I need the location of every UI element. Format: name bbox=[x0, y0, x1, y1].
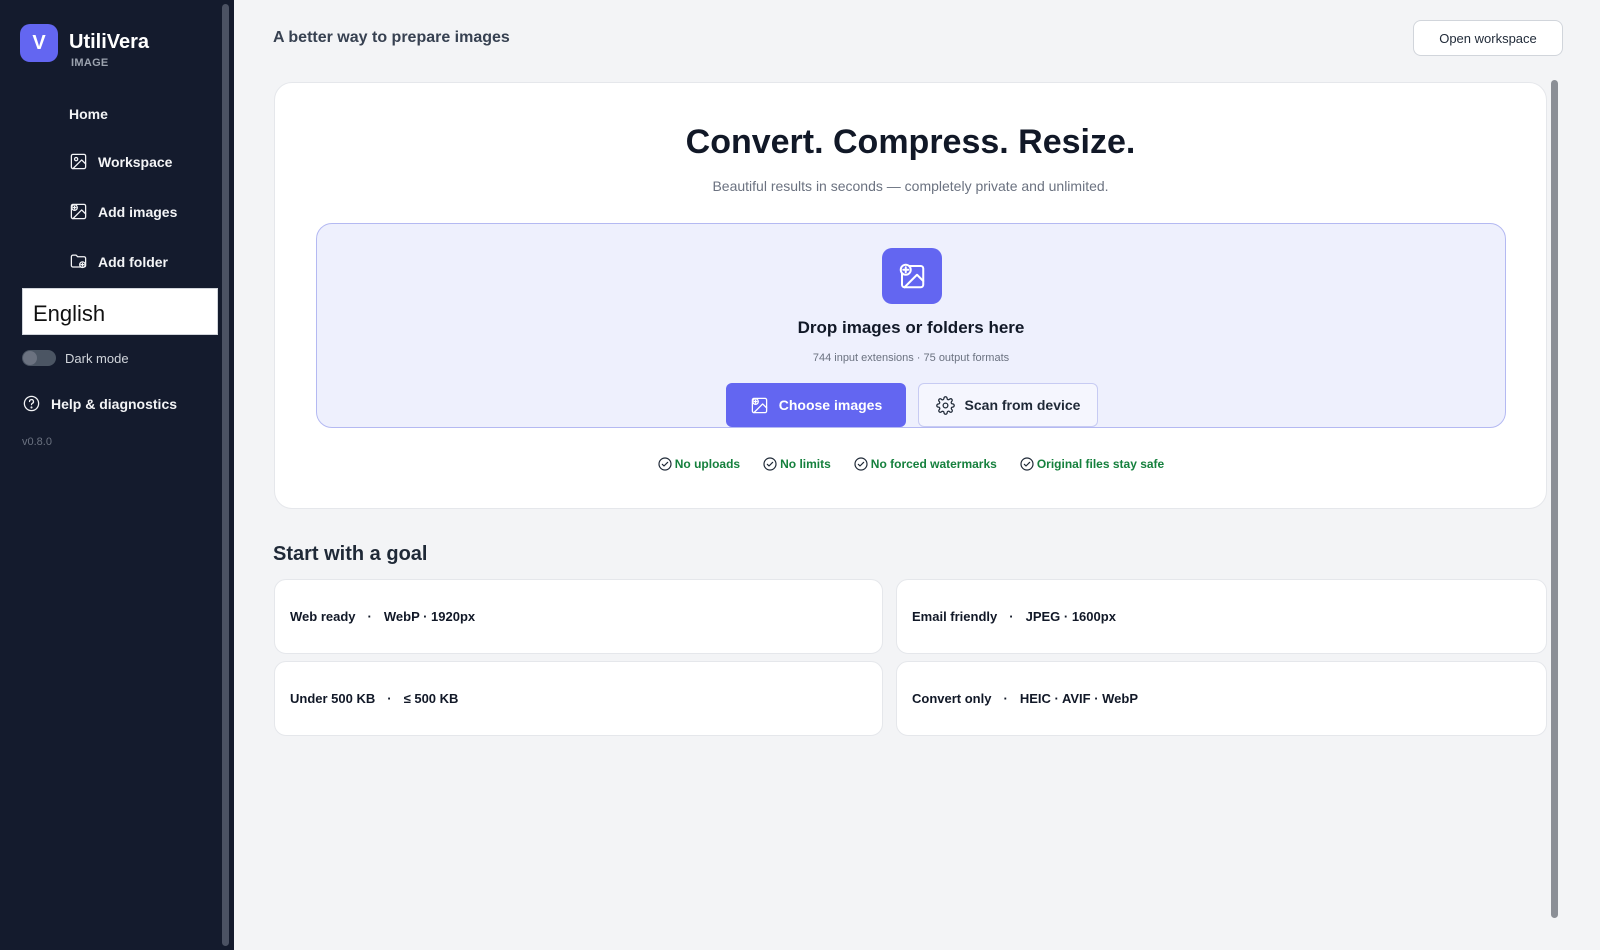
dark-mode-toggle[interactable] bbox=[22, 350, 56, 366]
check-circle-icon bbox=[1020, 457, 1034, 471]
app-logo: V bbox=[20, 24, 58, 62]
add-folder-icon bbox=[70, 254, 87, 269]
choose-images-button[interactable]: Choose images bbox=[726, 383, 906, 427]
goal-separator: · bbox=[1009, 609, 1014, 624]
sidebar: V UtiliVera IMAGE Home Workspace Add ima… bbox=[0, 0, 234, 950]
sidebar-item-label: Add images bbox=[98, 203, 178, 220]
help-label: Help & diagnostics bbox=[51, 395, 178, 412]
feature-badges: No uploads No limits No forced watermark… bbox=[275, 456, 1546, 472]
goal-card-web-ready[interactable]: Web ready · WebP · 1920px bbox=[274, 579, 883, 654]
badge-files-safe: Original files stay safe bbox=[1019, 456, 1164, 472]
scan-device-button[interactable]: Scan from device bbox=[918, 383, 1098, 427]
drop-zone[interactable]: Drop images or folders here 744 input ex… bbox=[316, 223, 1506, 428]
badge-no-uploads: No uploads bbox=[657, 456, 740, 472]
goal-name: Email friendly bbox=[912, 609, 998, 624]
dark-mode-row: Dark mode bbox=[22, 350, 129, 366]
drop-subtitle: 744 input extensions · 75 output formats bbox=[812, 352, 1010, 364]
goal-detail: HEIC · AVIF · WebP bbox=[1019, 691, 1139, 706]
choose-images-label: Choose images bbox=[778, 397, 883, 413]
sidebar-item-add-images[interactable]: Add images bbox=[69, 202, 177, 221]
badge-no-watermarks: No forced watermarks bbox=[853, 456, 997, 472]
open-workspace-button[interactable]: Open workspace bbox=[1413, 20, 1563, 56]
goal-name: Convert only bbox=[912, 691, 992, 706]
goal-separator: · bbox=[387, 691, 392, 706]
badge-label: No limits bbox=[780, 457, 831, 471]
sidebar-item-home[interactable]: Home bbox=[69, 106, 108, 122]
app-name: UtiliVera bbox=[69, 31, 150, 53]
goals-section-title: Start with a goal bbox=[273, 543, 428, 565]
goal-card-under-500kb[interactable]: Under 500 KB · ≤ 500 KB bbox=[274, 661, 883, 736]
sidebar-item-add-folder[interactable]: Add folder bbox=[69, 252, 168, 271]
app-version: v0.8.0 bbox=[22, 436, 52, 448]
badge-label: Original files stay safe bbox=[1036, 457, 1165, 471]
sidebar-item-label: Home bbox=[69, 106, 108, 122]
drop-title: Drop images or folders here bbox=[797, 318, 1025, 337]
help-diagnostics-link[interactable]: Help & diagnostics bbox=[22, 394, 177, 413]
goal-card-convert-only[interactable]: Convert only · HEIC · AVIF · WebP bbox=[896, 661, 1547, 736]
badge-no-limits: No limits bbox=[762, 456, 831, 472]
hero-title: Convert. Compress. Resize. bbox=[685, 123, 1136, 161]
goal-name: Under 500 KB bbox=[290, 691, 376, 706]
goal-separator: · bbox=[367, 609, 372, 624]
sidebar-scrollbar[interactable] bbox=[222, 4, 229, 946]
sidebar-item-workspace[interactable]: Workspace bbox=[69, 152, 172, 171]
image-icon bbox=[751, 397, 768, 413]
main-scrollbar[interactable] bbox=[1551, 80, 1558, 918]
app-subtitle: IMAGE bbox=[71, 57, 109, 69]
help-circle-icon bbox=[23, 395, 40, 412]
goal-card-email-friendly[interactable]: Email friendly · JPEG · 1600px bbox=[896, 579, 1547, 654]
page-title: A better way to prepare images bbox=[273, 29, 510, 46]
sidebar-item-label: Workspace bbox=[98, 153, 173, 170]
check-circle-icon bbox=[658, 457, 672, 471]
badge-label: No forced watermarks bbox=[870, 457, 997, 471]
goal-detail: JPEG · 1600px bbox=[1025, 609, 1116, 624]
sidebar-item-label: Add folder bbox=[98, 253, 168, 270]
add-image-icon bbox=[882, 248, 942, 304]
language-select[interactable]: English bbox=[22, 288, 218, 335]
check-circle-icon bbox=[763, 457, 777, 471]
add-image-icon bbox=[70, 203, 87, 220]
goal-detail: ≤ 500 KB bbox=[403, 691, 459, 706]
badge-label: No uploads bbox=[674, 457, 741, 471]
gear-icon bbox=[935, 395, 955, 415]
dark-mode-label: Dark mode bbox=[65, 350, 129, 366]
goal-detail: WebP · 1920px bbox=[383, 609, 476, 624]
goal-name: Web ready bbox=[290, 609, 356, 624]
hero-subtitle: Beautiful results in seconds — completel… bbox=[712, 178, 1109, 194]
toggle-knob bbox=[23, 351, 37, 365]
goal-separator: · bbox=[1003, 691, 1008, 706]
hero-card: Convert. Compress. Resize. Beautiful res… bbox=[274, 82, 1547, 509]
image-gallery-icon bbox=[70, 153, 87, 170]
brand[interactable]: V UtiliVera IMAGE bbox=[20, 24, 149, 69]
scan-device-label: Scan from device bbox=[964, 397, 1081, 413]
check-circle-icon bbox=[854, 457, 868, 471]
